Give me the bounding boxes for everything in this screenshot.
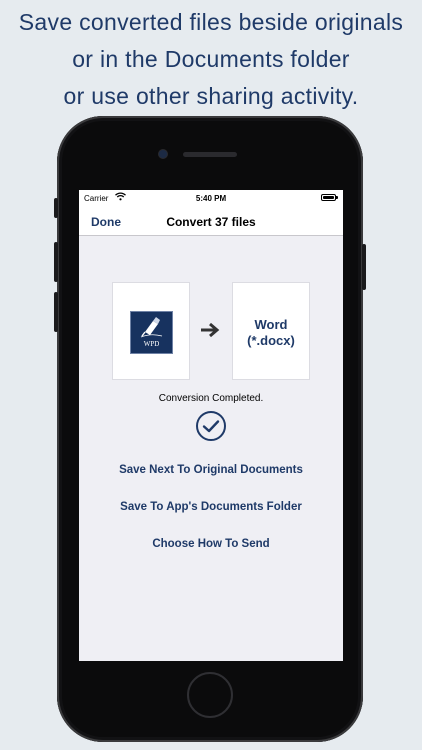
choose-how-to-send-button[interactable]: Choose How To Send (79, 538, 343, 550)
save-next-to-original-button[interactable]: Save Next To Original Documents (79, 464, 343, 476)
wpd-app-logo: WPD (130, 311, 173, 354)
target-format-label: Word (*.docx) (233, 317, 309, 349)
source-format-card: WPD (112, 282, 190, 380)
caption-line-3: or use other sharing activity. (63, 83, 359, 109)
status-bar: Carrier 5:40 PM (79, 190, 343, 207)
arrow-right-icon (201, 322, 220, 338)
target-format-card: Word (*.docx) (232, 282, 310, 380)
marketing-caption: Save converted files beside originals or… (0, 4, 422, 115)
silent-switch (54, 198, 58, 218)
front-camera (159, 150, 167, 158)
battery-icon (321, 194, 338, 201)
wpd-logo-text: WPD (143, 340, 160, 348)
target-format-extension: (*.docx) (247, 333, 295, 348)
checkmark-circle-icon (196, 411, 226, 441)
volume-up-button (54, 242, 58, 282)
power-button (362, 244, 366, 290)
target-format-name: Word (254, 317, 288, 332)
done-button[interactable]: Done (91, 215, 121, 229)
navigation-bar: Done Convert 37 files (79, 207, 343, 236)
caption-line-2: or in the Documents folder (72, 46, 350, 72)
volume-down-button (54, 292, 58, 332)
save-to-documents-folder-button[interactable]: Save To App's Documents Folder (79, 501, 343, 513)
phone-frame: Carrier 5:40 PM Done Convert 37 files WP… (54, 116, 366, 742)
conversion-status: Conversion Completed. (158, 393, 264, 404)
caption-line-1: Save converted files beside originals (18, 9, 404, 35)
home-button[interactable] (187, 672, 233, 718)
app-screen: Carrier 5:40 PM Done Convert 37 files WP… (79, 190, 343, 661)
status-time: 5:40 PM (195, 194, 227, 203)
earpiece-speaker (183, 152, 237, 157)
fountain-pen-icon (140, 317, 163, 338)
